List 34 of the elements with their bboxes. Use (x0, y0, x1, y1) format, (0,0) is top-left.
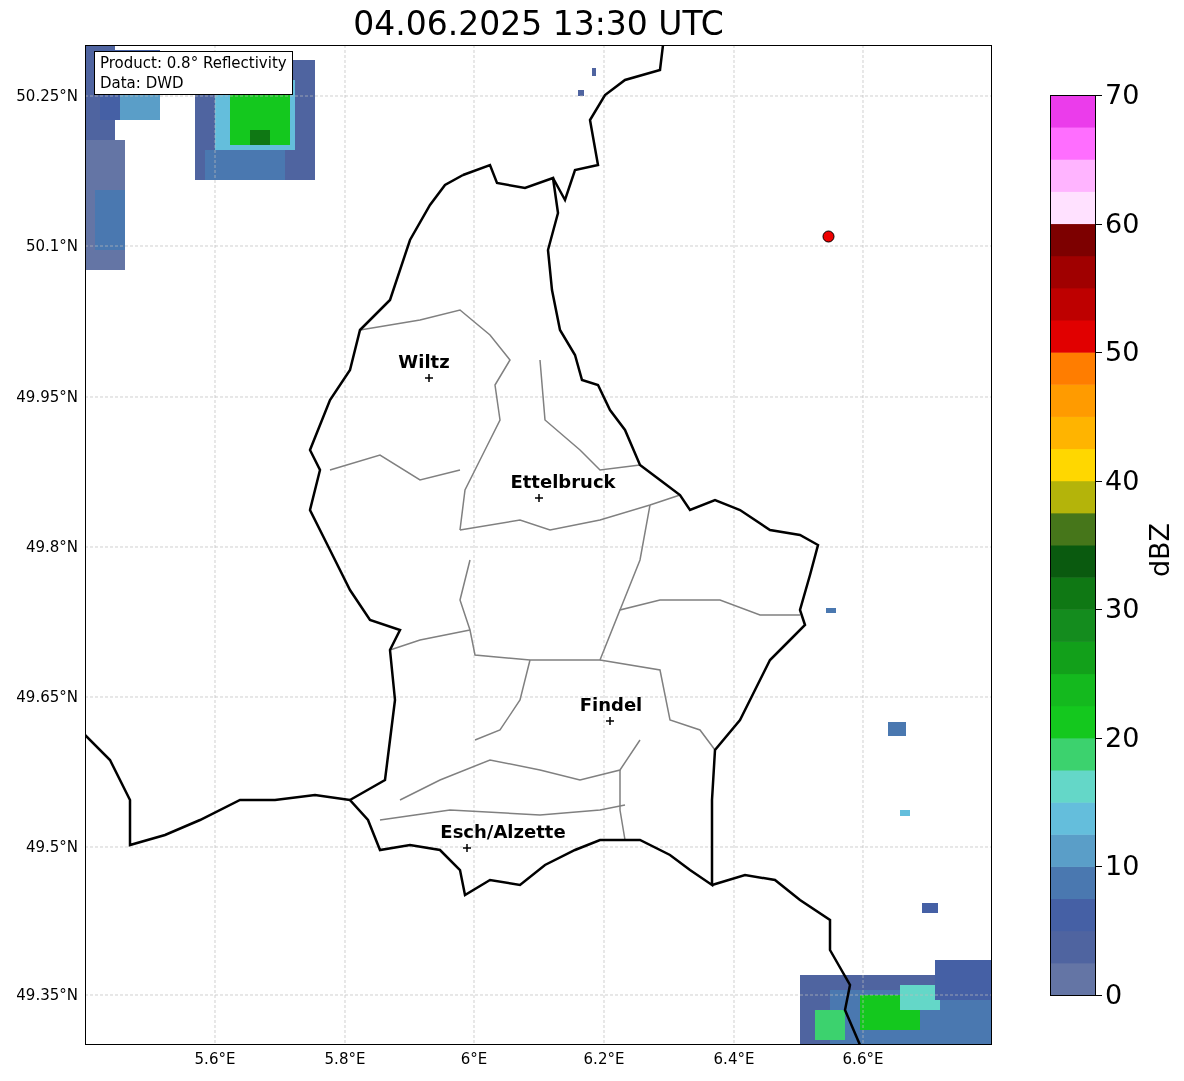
longitude-tick-label: 6.6°E (842, 1050, 884, 1068)
longitude-tick-label: 6°E (460, 1050, 488, 1068)
legend-text: Data: DWD (100, 73, 185, 93)
latitude-tick-label: 49.5°N (25, 838, 78, 856)
scale-tick-label: 20 (1105, 722, 1140, 753)
scale-tick-label: 60 (1105, 208, 1140, 239)
scale-tick-label: 70 (1105, 80, 1140, 110)
longitude-tick-label: 5.8°E (324, 1050, 366, 1068)
plus-marker-icon (463, 844, 471, 852)
legend-text: Product: 0.8° Reflectivity (100, 53, 287, 73)
scale-tick-label: 10 (1105, 851, 1140, 882)
plus-marker-icon (535, 494, 543, 502)
latitude-tick-label: 49.35°N (16, 986, 78, 1004)
scale-tick-label: 40 (1105, 465, 1140, 496)
longitude-tick-label: 6.2°E (583, 1050, 625, 1068)
scale-tick-label: 50 (1105, 337, 1140, 368)
latitude-tick-label: 49.65°N (16, 688, 78, 706)
latitude-tick-label: 50.25°N (16, 87, 78, 105)
longitude-tick-label: 5.6°E (194, 1050, 236, 1068)
place-label: Wiltz (398, 352, 450, 372)
longitude-tick-label: 6.4°E (713, 1050, 755, 1068)
station-dot-icon (822, 230, 835, 243)
place-label: Esch/Alzette (440, 822, 566, 842)
place-label: Findel (579, 695, 643, 715)
plus-marker-icon (606, 717, 614, 725)
scale-tick-label: 0 (1105, 980, 1123, 1010)
scale-label: dBZ (1145, 522, 1175, 578)
latitude-tick-label: 50.1°N (25, 237, 78, 255)
chart-title: 04.06.2025 13:30 UTC (352, 4, 725, 44)
latitude-tick-label: 49.95°N (16, 388, 78, 406)
plus-marker-icon (425, 374, 433, 382)
scale-tick-label: 30 (1105, 594, 1140, 625)
latitude-tick-label: 49.8°N (25, 538, 78, 556)
place-label: Ettelbruck (510, 472, 616, 492)
